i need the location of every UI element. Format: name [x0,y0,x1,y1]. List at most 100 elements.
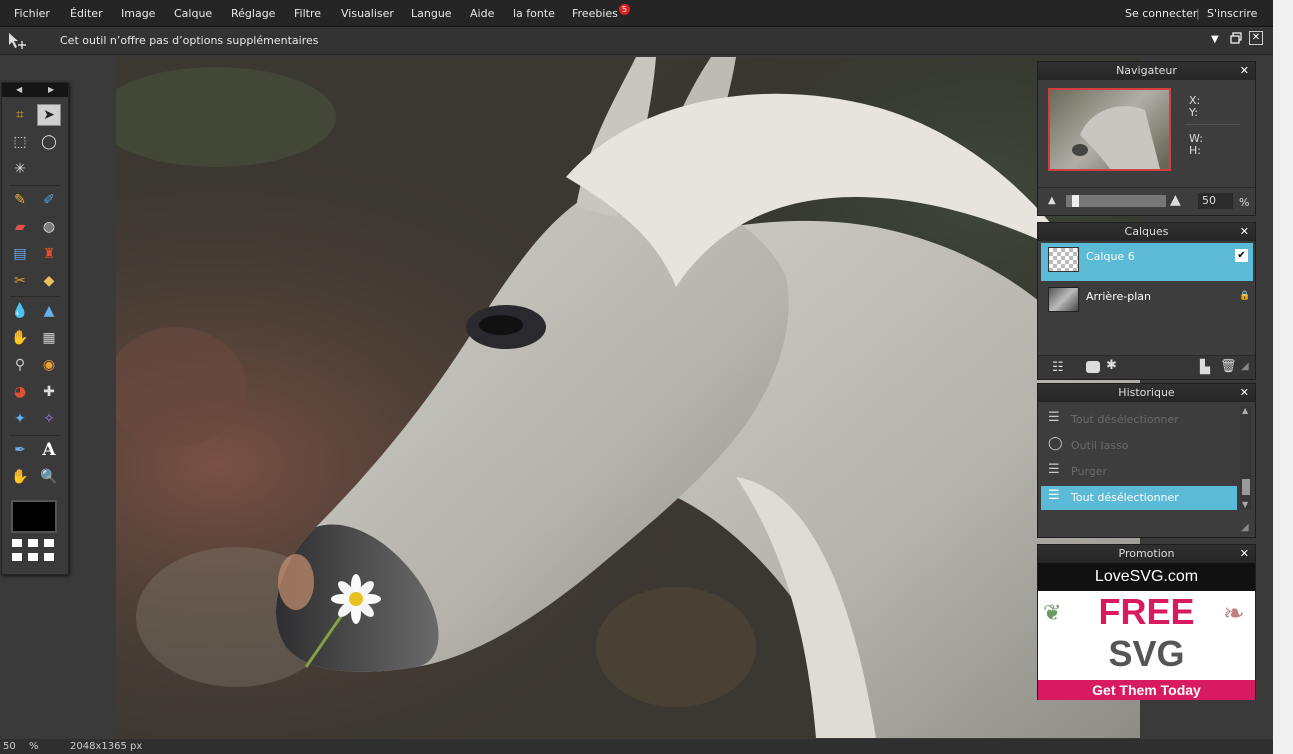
smudge-tool-icon[interactable]: ✋ [8,327,32,349]
close-icon[interactable]: ✕ [1240,223,1249,241]
layers-panel: Calques ✕ Calque 6 ✔ Arrière-plan 🔒 ☷ ✱ ▙… [1037,222,1256,380]
zoom-out-icon[interactable]: ▲ [1048,195,1056,206]
layer-effects-icon[interactable]: ✱ [1106,358,1117,373]
menu-fichier[interactable]: Fichier [14,7,50,20]
close-icon[interactable]: ✕ [1240,384,1249,402]
history-title-bar[interactable]: Historique ✕ [1038,384,1255,402]
horse-photo [116,57,1140,738]
toolbox-divider [10,435,60,436]
lasso-tool-icon[interactable]: ◯ [37,131,61,153]
page-scrollbar[interactable] [1273,0,1293,754]
toolbox-arrow-left-icon[interactable]: ◀ [16,85,22,94]
history-item[interactable]: ◯ Outil lasso [1041,434,1237,458]
sponge-tool-icon[interactable]: ▦ [37,327,61,349]
new-layer-icon[interactable]: ▙ [1200,360,1210,375]
scroll-up-icon[interactable]: ▲ [1242,406,1248,415]
zoom-tool-icon[interactable]: 🔍 [37,466,61,488]
sharpen-tool-icon[interactable]: ▲ [37,300,61,322]
menu-filtre[interactable]: Filtre [294,7,321,20]
promo-cta-button[interactable]: Get Them Today [1038,680,1255,700]
menu-freebies[interactable]: Freebies 5 [572,4,630,20]
status-zoom[interactable]: 50 [3,741,16,752]
close-icon[interactable]: ✕ [1240,62,1249,80]
layer-mask-icon[interactable] [1086,361,1100,373]
promotion-title: Promotion [1118,547,1175,560]
pencil-tool-icon[interactable]: ✎ [8,189,32,211]
delete-layer-icon[interactable]: 🗑 [1220,359,1237,374]
gradient-tool-icon[interactable]: ▤ [8,243,32,265]
paint-bucket-tool-icon[interactable]: ◍ [37,216,61,238]
spot-heal-tool-icon[interactable]: ✚ [37,381,61,403]
restore-window-icon[interactable] [1229,31,1243,45]
deselect-icon: ☰ [1048,488,1060,503]
status-bar: 50 % 2048x1365 px [0,739,1273,754]
layer-row[interactable]: Arrière-plan 🔒 [1041,283,1253,321]
pinch-tool-icon[interactable]: ✧ [37,408,61,430]
resize-grip-icon[interactable]: ◢ [1241,522,1249,533]
layers-toolbar: ☷ ✱ ▙ 🗑 ◢ [1038,355,1255,379]
bloat-tool-icon[interactable]: ✦ [8,408,32,430]
move-tool-icon[interactable]: ➤ [37,104,61,126]
scroll-down-icon[interactable]: ▼ [1242,500,1248,509]
layer-visibility-checkbox[interactable]: ✔ [1235,249,1248,262]
promotion-title-bar[interactable]: Promotion ✕ [1038,545,1255,563]
lock-icon: 🔒 [1239,291,1251,301]
zoom-slider-handle[interactable] [1072,195,1079,207]
history-scroll-thumb[interactable] [1242,479,1250,495]
promo-banner[interactable]: ❦ ❧ FREE SVG [1038,591,1255,681]
resize-grip-icon[interactable]: ◢ [1241,361,1249,372]
history-item-label: Outil lasso [1071,439,1129,452]
history-title: Historique [1118,386,1175,399]
zoom-in-icon[interactable]: ▲ [1170,192,1181,208]
crop-tool-icon[interactable]: ⌗ [8,104,32,126]
menu-calque[interactable]: Calque [174,7,212,20]
history-item[interactable]: ☰ Tout désélectionner [1041,408,1237,432]
layer-styles-icon[interactable]: ☷ [1052,360,1064,375]
blur-tool-icon[interactable]: 💧 [8,300,32,322]
signup-link[interactable]: S'inscrire [1207,7,1257,20]
brush-tool-icon[interactable]: ✐ [37,189,61,211]
menu-reglage[interactable]: Réglage [231,7,275,20]
navigator-title-bar[interactable]: Navigateur ✕ [1038,62,1255,80]
shape-tool-icon[interactable]: ◆ [37,270,61,292]
dodge-tool-icon[interactable]: ◉ [37,354,61,376]
red-eye-tool-icon[interactable]: ◕ [8,381,32,403]
history-scrollbar[interactable]: ▲ ▼ [1240,406,1252,510]
login-link[interactable]: Se connecter [1125,7,1197,20]
toolbox-divider [10,296,60,297]
navigator-title: Navigateur [1116,64,1177,77]
toolbox-header[interactable]: ◀ ▶ [2,83,68,97]
collapse-icon[interactable]: ▼ [1211,34,1219,45]
foreground-color-swatch[interactable] [11,500,57,533]
close-icon[interactable]: ✕ [1240,545,1249,563]
menu-la-fonte[interactable]: la fonte [513,7,555,20]
image-canvas[interactable] [116,57,1140,738]
zoom-slider[interactable] [1066,195,1166,207]
layer-row[interactable]: Calque 6 ✔ [1041,243,1253,281]
promo-brand[interactable]: LoveSVG.com [1038,563,1255,591]
toolbox-arrow-right-icon[interactable]: ▶ [48,85,54,94]
hand-tool-icon[interactable]: ✋ [8,466,32,488]
navigator-thumbnail[interactable] [1048,88,1171,171]
layers-title-bar[interactable]: Calques ✕ [1038,223,1255,241]
type-tool-icon[interactable]: A [37,439,61,461]
history-item-active[interactable]: ☰ Tout désélectionner [1041,486,1237,510]
color-picker-tool-icon[interactable]: ✒ [8,439,32,461]
menu-aide[interactable]: Aide [470,7,494,20]
color-replace-tool-icon[interactable]: ✂ [8,270,32,292]
burn-tool-icon[interactable]: ⚲ [8,354,32,376]
zoom-input[interactable]: 50 [1198,193,1233,209]
eraser-tool-icon[interactable]: ▰ [8,216,32,238]
menu-langue[interactable]: Langue [411,7,452,20]
menu-visualiser[interactable]: Visualiser [341,7,394,20]
marquee-tool-icon[interactable]: ⬚ [8,131,32,153]
menu-editer[interactable]: Éditer [70,7,103,20]
magic-wand-tool-icon[interactable]: ✳ [8,158,32,180]
menu-image[interactable]: Image [121,7,155,20]
clone-stamp-tool-icon[interactable]: ♜ [37,243,61,265]
grid-icon[interactable] [12,539,58,568]
history-item[interactable]: ☰ Purger [1041,460,1237,484]
lasso-icon: ◯ [1048,436,1063,451]
history-panel: Historique ✕ ☰ Tout désélectionner ◯ Outi… [1037,383,1256,538]
close-document-icon[interactable]: ✕ [1249,31,1263,45]
